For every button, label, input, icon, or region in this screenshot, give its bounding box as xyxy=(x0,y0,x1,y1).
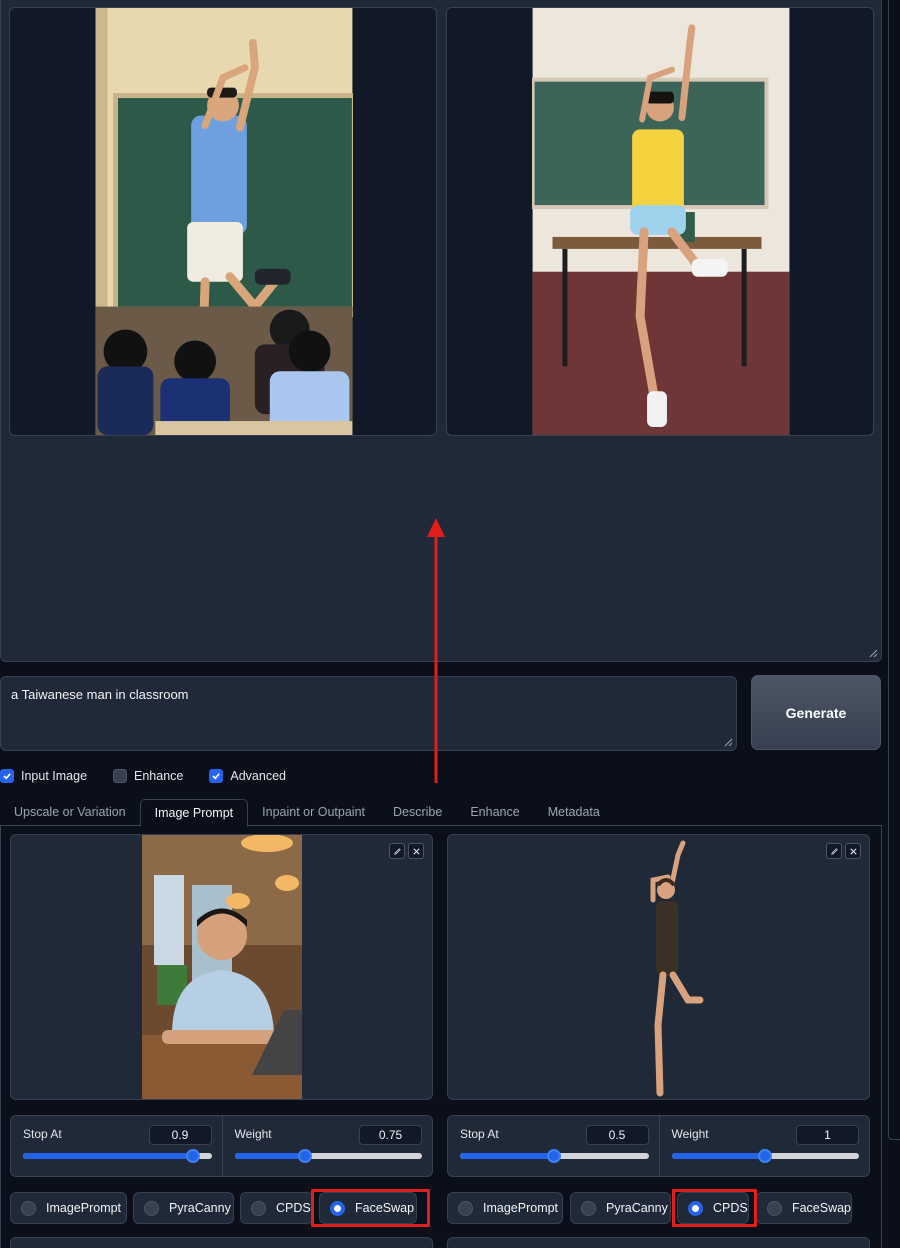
resize-grip-icon[interactable] xyxy=(868,648,878,658)
option-checkboxes: Input Image Enhance Advanced xyxy=(0,767,312,785)
stop-at-slider[interactable] xyxy=(460,1149,649,1163)
pencil-icon xyxy=(393,847,401,855)
input-image-checkbox[interactable]: Input Image xyxy=(0,769,87,783)
slider-handle[interactable] xyxy=(547,1149,562,1163)
input-image-label: Input Image xyxy=(21,769,88,783)
edit-button[interactable] xyxy=(389,843,405,859)
page-scrollbar[interactable] xyxy=(888,0,900,1140)
weight-value[interactable]: 0.75 xyxy=(359,1125,422,1145)
radio-label: CPDS xyxy=(713,1201,748,1215)
radio-dot-icon xyxy=(144,1200,159,1216)
stop-at-slider[interactable] xyxy=(23,1149,212,1163)
generated-image-woman-classroom xyxy=(532,8,790,435)
radio-dot-icon xyxy=(21,1200,36,1216)
image-prompt-slot-2[interactable] xyxy=(447,834,870,1100)
slot-2-sliders: Stop At 0.5 Weight 1 xyxy=(447,1115,870,1177)
radio-faceswap[interactable]: FaceSwap xyxy=(756,1192,852,1224)
radio-dot-icon xyxy=(767,1200,782,1216)
generate-button[interactable]: Generate xyxy=(751,675,881,750)
pencil-icon xyxy=(830,847,838,855)
clear-image-button[interactable] xyxy=(408,843,424,859)
checkmark-icon[interactable] xyxy=(0,769,14,783)
radio-cpds[interactable]: CPDS xyxy=(240,1192,313,1224)
tab-inpaint-or-outpaint[interactable]: Inpaint or Outpaint xyxy=(248,799,379,826)
resize-grip-icon[interactable] xyxy=(723,737,733,747)
radio-dot-icon xyxy=(581,1200,596,1216)
radio-label: ImagePrompt xyxy=(46,1201,122,1215)
radio-dot-icon xyxy=(251,1200,266,1216)
radio-dot-selected-icon xyxy=(330,1200,345,1216)
radio-cpds[interactable]: CPDS xyxy=(677,1192,749,1224)
slider-handle[interactable] xyxy=(185,1149,200,1163)
close-icon xyxy=(849,847,857,855)
weight-slider[interactable] xyxy=(671,1149,859,1163)
radio-dot-icon xyxy=(458,1200,473,1216)
radio-pyracanny[interactable]: PyraCanny xyxy=(133,1192,234,1224)
advanced-label: Advanced xyxy=(230,769,286,783)
radio-label: CPDS xyxy=(276,1201,311,1215)
enhance-checkbox[interactable]: Enhance xyxy=(113,769,183,783)
radio-label: PyraCanny xyxy=(606,1201,668,1215)
tab-upscale-or-variation[interactable]: Upscale or Variation xyxy=(0,799,140,826)
input-mode-tabs: Upscale or Variation Image Prompt Inpain… xyxy=(0,799,882,827)
radio-label: ImagePrompt xyxy=(483,1201,559,1215)
close-icon xyxy=(412,847,420,855)
tab-metadata[interactable]: Metadata xyxy=(534,799,614,826)
generated-image-man-classroom xyxy=(95,8,353,435)
radio-label: PyraCanny xyxy=(169,1201,231,1215)
tab-describe[interactable]: Describe xyxy=(379,799,456,826)
tab-image-prompt[interactable]: Image Prompt xyxy=(139,799,249,827)
stop-at-control: Stop At 0.5 xyxy=(448,1116,659,1176)
radio-dot-selected-icon xyxy=(688,1200,703,1216)
weight-value[interactable]: 1 xyxy=(796,1125,859,1145)
input-image-dancer-pose xyxy=(650,840,704,1097)
weight-control: Weight 0.75 xyxy=(221,1116,433,1176)
slider-handle[interactable] xyxy=(758,1149,773,1163)
stop-at-value[interactable]: 0.9 xyxy=(148,1125,212,1145)
input-image-man-portrait xyxy=(142,835,302,1099)
gallery-thumbnail-1[interactable] xyxy=(9,7,437,436)
weight-control: Weight 1 xyxy=(658,1116,870,1176)
clear-image-button[interactable] xyxy=(845,843,861,859)
stop-at-label: Stop At xyxy=(23,1127,62,1141)
stop-at-value[interactable]: 0.5 xyxy=(585,1125,649,1145)
radio-label: FaceSwap xyxy=(791,1201,851,1215)
prompt-text: a Taiwanese man in classroom xyxy=(11,687,189,702)
annotation-arrow-icon xyxy=(427,518,445,783)
radio-label: FaceSwap xyxy=(355,1201,415,1215)
prompt-input[interactable]: a Taiwanese man in classroom xyxy=(0,676,737,751)
weight-label: Weight xyxy=(671,1127,709,1141)
tab-enhance[interactable]: Enhance xyxy=(456,799,533,826)
radio-imageprompt[interactable]: ImagePrompt xyxy=(447,1192,563,1224)
slot-1-sliders: Stop At 0.9 Weight 0.75 xyxy=(10,1115,433,1177)
gallery-thumbnail-2[interactable] xyxy=(446,7,874,436)
slot-3-stub xyxy=(10,1237,433,1248)
weight-label: Weight xyxy=(234,1127,272,1141)
advanced-checkbox[interactable]: Advanced xyxy=(209,769,286,783)
checkmark-icon[interactable] xyxy=(209,769,224,783)
radio-pyracanny[interactable]: PyraCanny xyxy=(570,1192,671,1224)
weight-slider[interactable] xyxy=(234,1149,422,1163)
radio-imageprompt[interactable]: ImagePrompt xyxy=(10,1192,127,1224)
edit-button[interactable] xyxy=(826,843,842,859)
enhance-label: Enhance xyxy=(134,769,184,783)
stop-at-control: Stop At 0.9 xyxy=(11,1116,222,1176)
slot-4-stub xyxy=(447,1237,870,1248)
image-prompt-slot-1[interactable] xyxy=(10,834,433,1100)
radio-faceswap[interactable]: FaceSwap xyxy=(319,1192,417,1224)
checkbox-empty-icon[interactable] xyxy=(113,769,128,783)
stop-at-label: Stop At xyxy=(460,1127,499,1141)
slider-handle[interactable] xyxy=(297,1149,312,1163)
